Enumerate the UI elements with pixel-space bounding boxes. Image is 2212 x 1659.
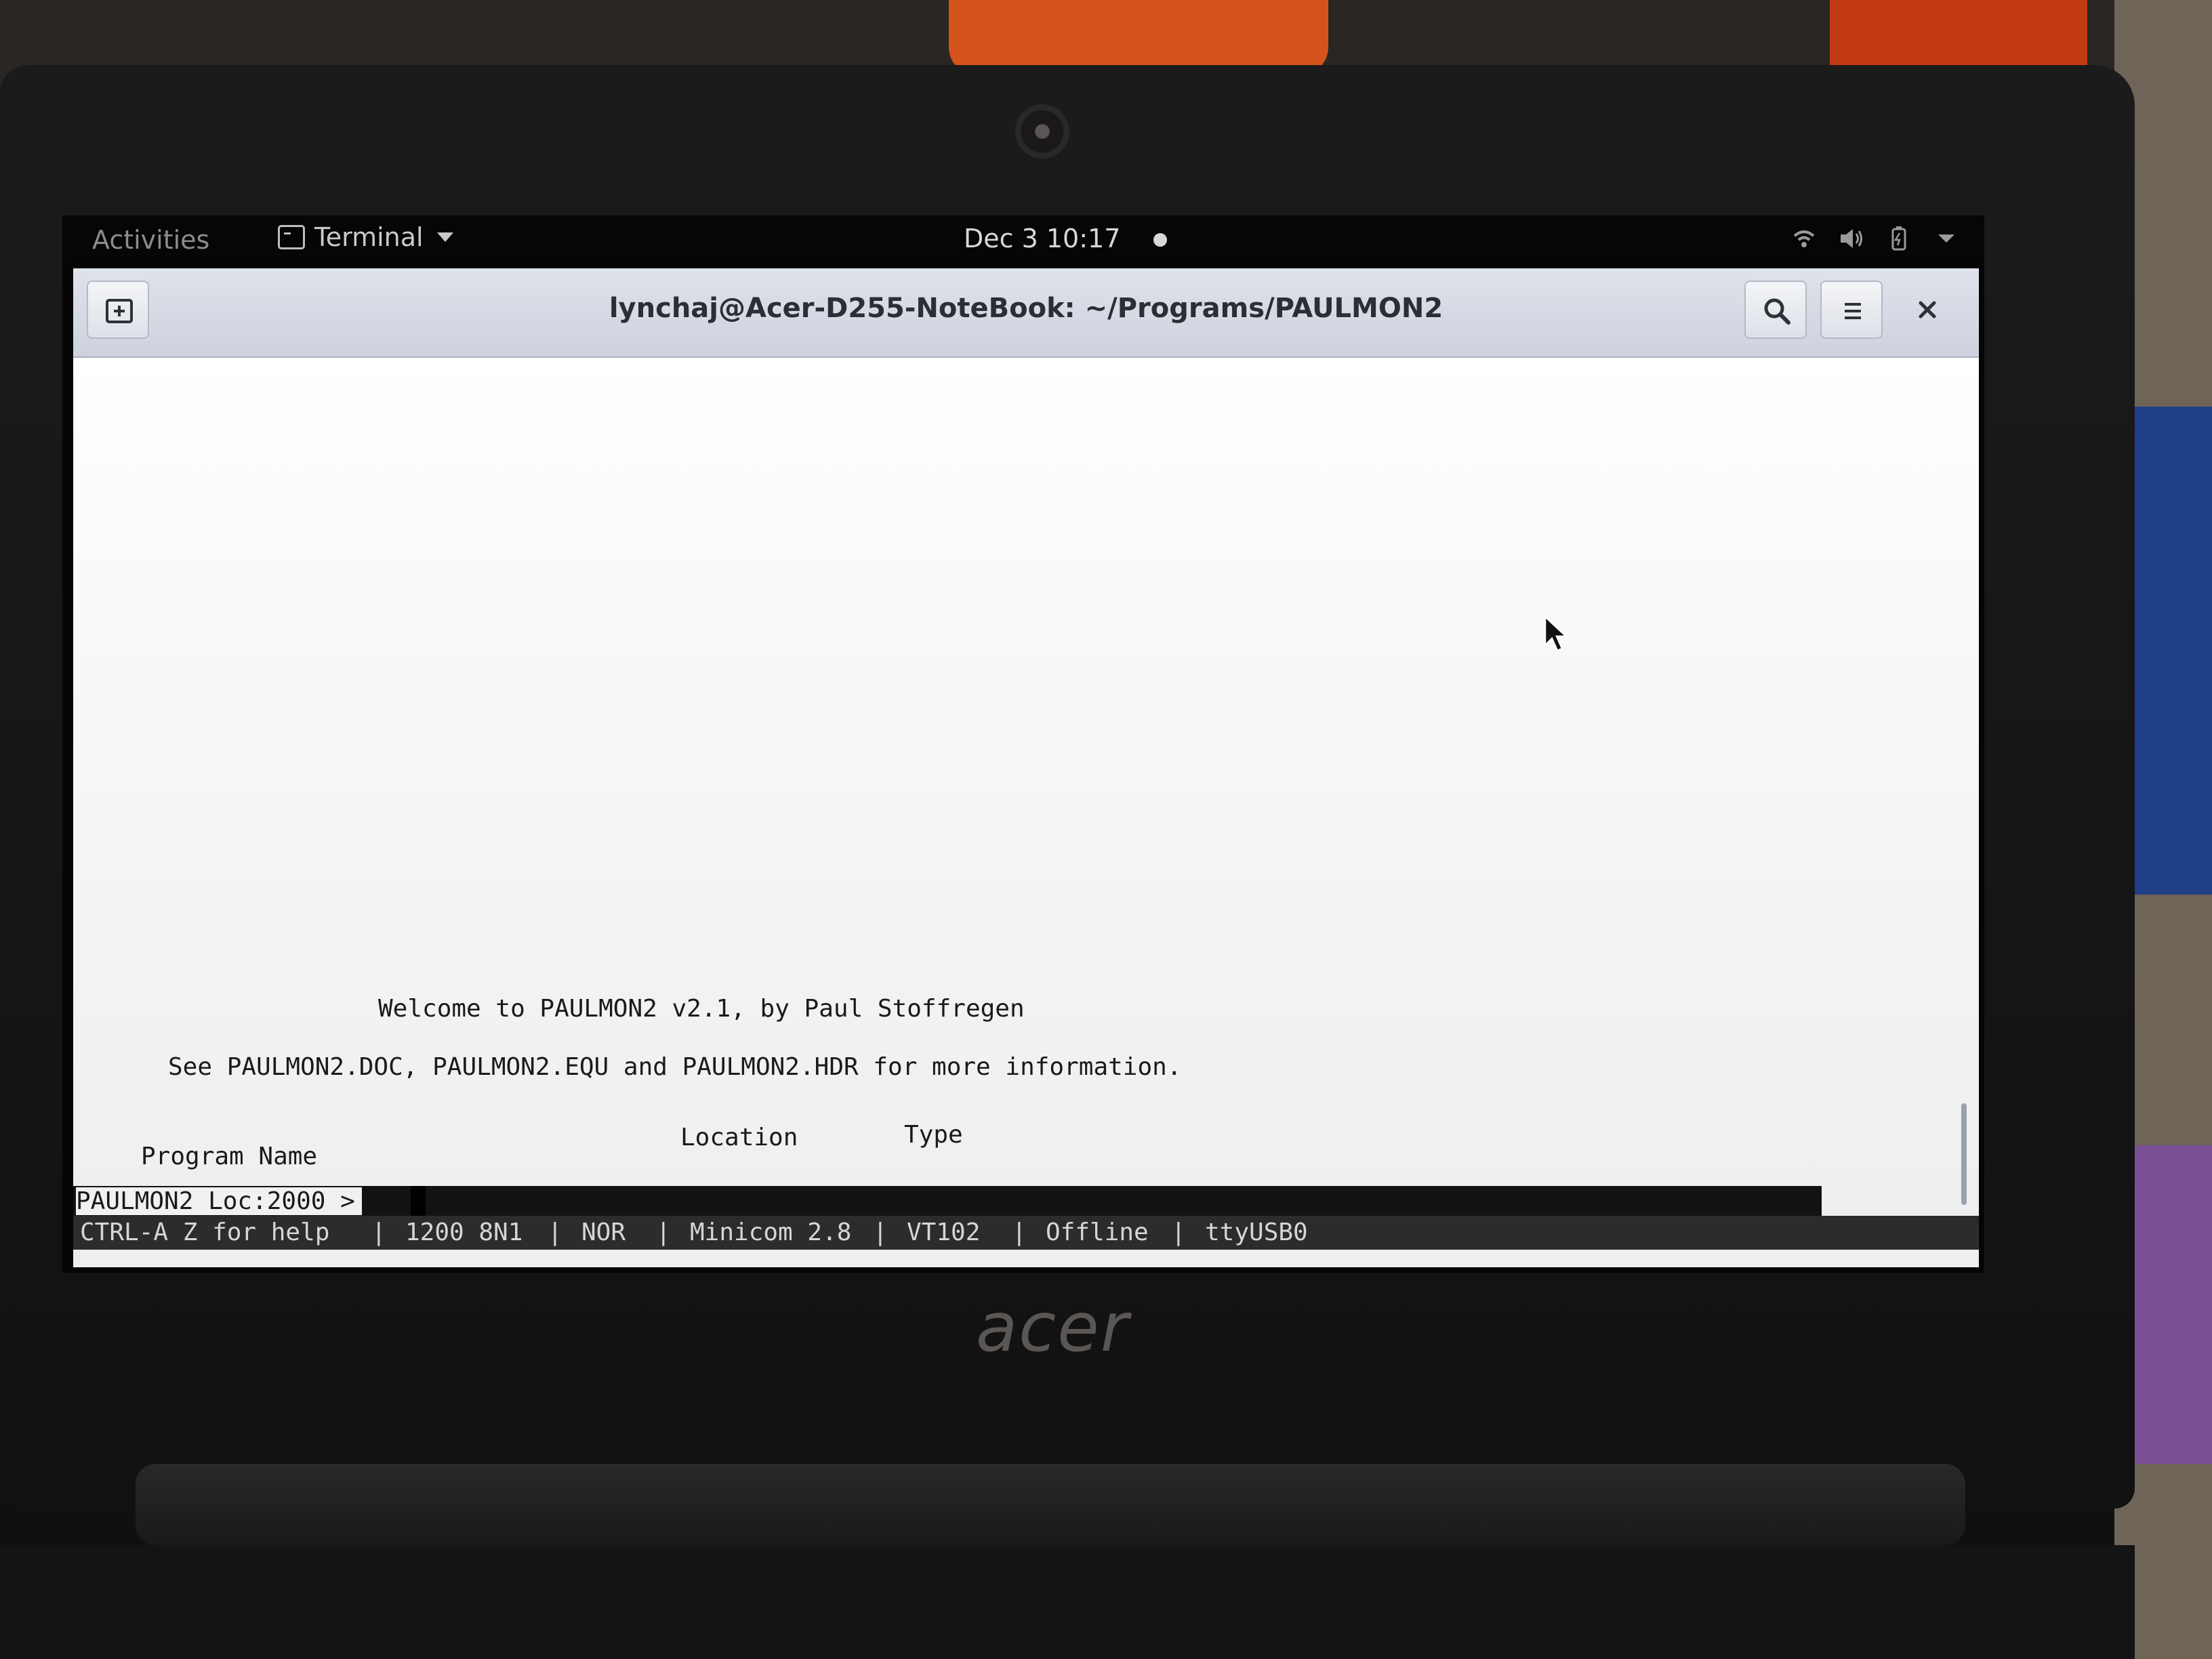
terminal-scrollbar[interactable] <box>1961 1103 1967 1205</box>
background-orange-object <box>949 0 1328 75</box>
laptop-base <box>0 1545 2135 1659</box>
monitor-prompt: PAULMON2 Loc:2000 > <box>76 1187 362 1215</box>
terminal-content[interactable]: Welcome to PAULMON2 v2.1, by Paul Stoffr… <box>73 358 1979 1267</box>
terminal-window: lynchaj@Acer-D255-NoteBook: ~/Programs/P… <box>73 268 1979 1267</box>
wifi-icon <box>1790 225 1818 252</box>
webcam <box>1015 104 1069 159</box>
status-version: Minicom 2.8 <box>690 1218 852 1246</box>
column-location: Location <box>680 1124 798 1151</box>
app-menu-label: Terminal <box>314 222 424 252</box>
window-title: lynchaj@Acer-D255-NoteBook: ~/Programs/P… <box>609 293 1443 324</box>
photo-stage: Activities Terminal Dec 3 10:17 lynchaj@… <box>0 0 2212 1659</box>
status-separator: | <box>548 1218 562 1246</box>
clock[interactable]: Dec 3 10:17 <box>964 224 1120 253</box>
app-menu-terminal[interactable]: Terminal <box>278 222 453 252</box>
battery-icon <box>1885 225 1912 252</box>
hamburger-menu-icon <box>1845 303 1861 319</box>
search-icon <box>1764 298 1790 325</box>
status-connection: Offline <box>1046 1218 1149 1246</box>
status-serial-settings: 1200 8N1 <box>405 1218 523 1246</box>
activities-button[interactable]: Activities <box>92 225 209 255</box>
chevron-down-icon <box>436 232 453 242</box>
status-mode: NOR <box>581 1218 626 1246</box>
gnome-top-bar: Activities Terminal Dec 3 10:17 <box>62 216 1984 264</box>
column-program-name: Program Name <box>141 1143 318 1170</box>
close-icon <box>1919 301 1936 319</box>
laptop-screen: Activities Terminal Dec 3 10:17 lynchaj@… <box>62 216 1984 1273</box>
status-terminal-type: VT102 <box>907 1218 981 1246</box>
window-header-bar[interactable]: lynchaj@Acer-D255-NoteBook: ~/Programs/P… <box>73 268 1979 358</box>
volume-icon <box>1838 225 1865 252</box>
system-status-area[interactable] <box>1790 225 1960 252</box>
status-help: CTRL-A Z for help <box>80 1218 330 1246</box>
laptop-hinge <box>136 1464 1965 1545</box>
status-separator: | <box>873 1218 888 1246</box>
info-line: See PAULMON2.DOC, PAULMON2.EQU and PAULM… <box>168 1053 1182 1081</box>
welcome-line: Welcome to PAULMON2 v2.1, by Paul Stoffr… <box>378 995 1025 1023</box>
acer-logo: acer <box>976 1288 1130 1367</box>
status-port: ttyUSB0 <box>1205 1218 1308 1246</box>
minicom-status-line: CTRL-A Z for help | 1200 8N1 | NOR | Min… <box>73 1216 1979 1250</box>
status-separator: | <box>656 1218 671 1246</box>
system-menu-chevron-down-icon <box>1933 225 1960 252</box>
column-type: Type <box>904 1121 963 1149</box>
search-button[interactable] <box>1744 281 1807 339</box>
status-separator: | <box>1171 1218 1186 1246</box>
prompt-row: PAULMON2 Loc:2000 > <box>73 1186 1822 1216</box>
mouse-pointer-icon <box>1544 615 1568 652</box>
menu-button[interactable] <box>1820 281 1883 339</box>
status-separator: | <box>1012 1218 1027 1246</box>
close-window-button[interactable] <box>1896 281 1959 339</box>
text-cursor <box>411 1186 426 1216</box>
terminal-app-icon <box>278 225 305 249</box>
notification-dot-icon <box>1153 233 1167 247</box>
status-separator: | <box>371 1218 386 1246</box>
